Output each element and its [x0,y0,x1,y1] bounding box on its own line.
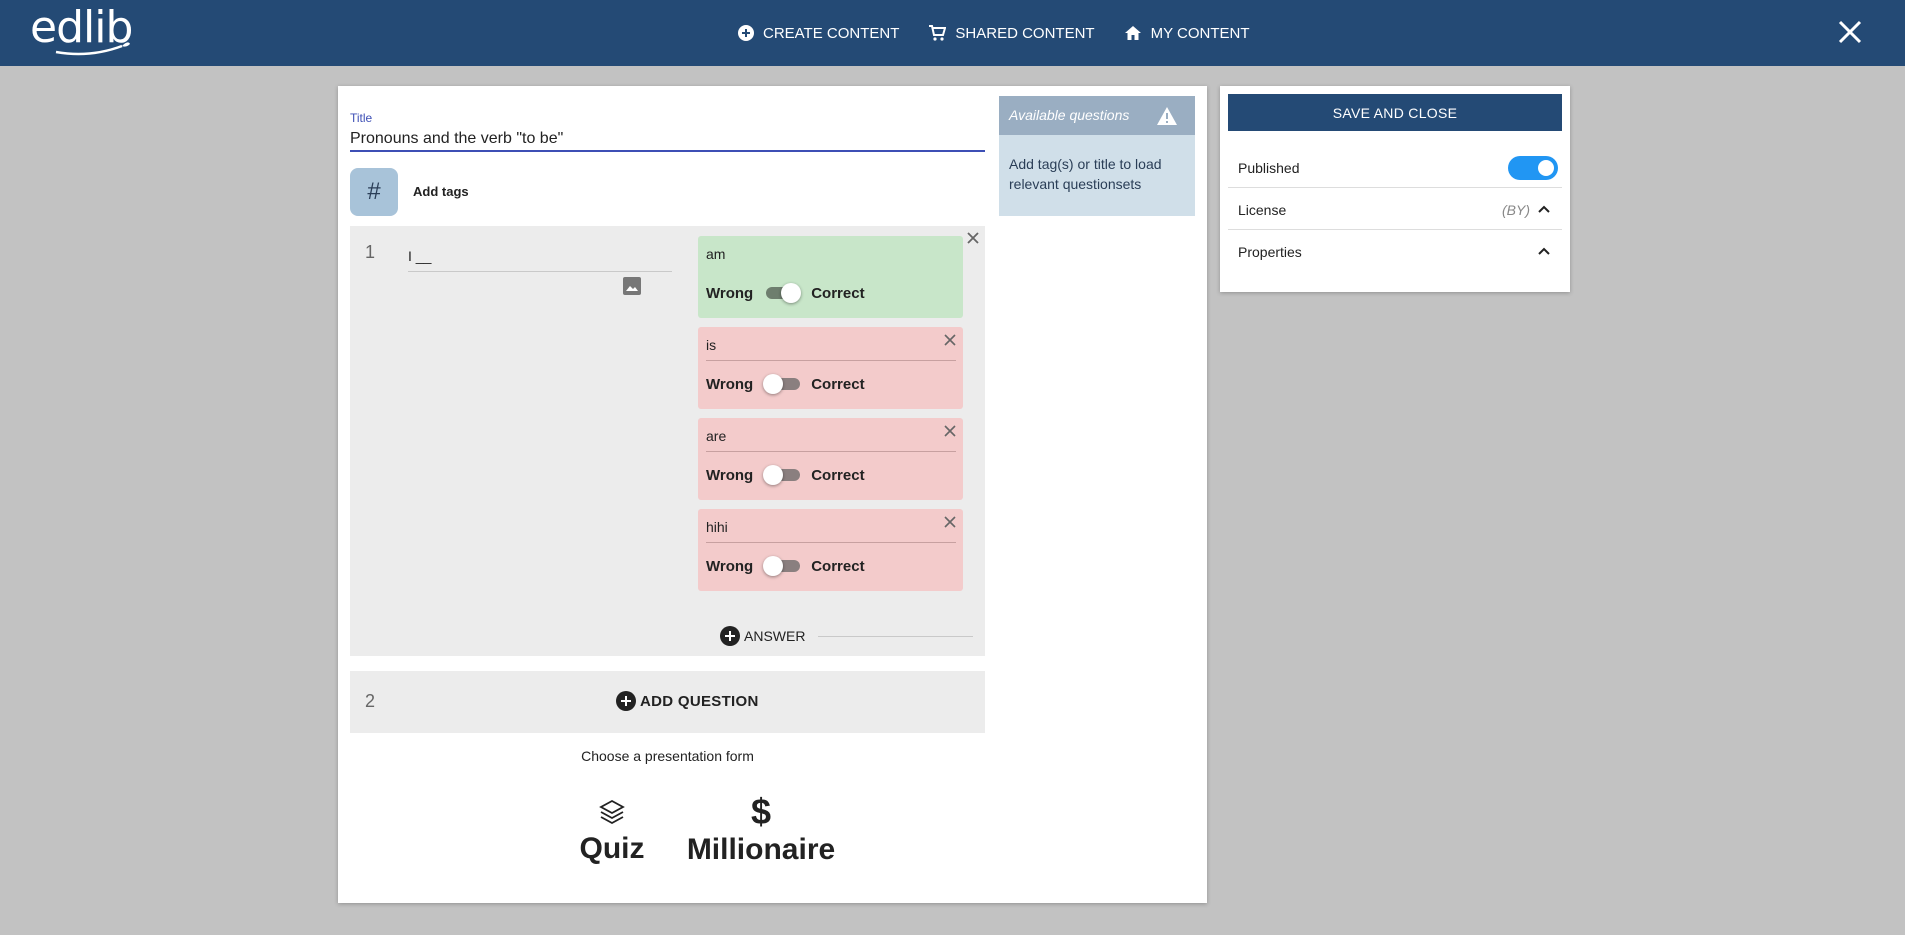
title-label: Title [350,111,373,125]
license-label: License [1238,202,1287,218]
add-question-card: 2 ADD QUESTION [350,671,985,733]
answer-option: hihi Wrong Correct [698,509,963,591]
license-value: (BY) [1502,202,1530,218]
add-question-label: ADD QUESTION [640,692,759,710]
delete-question-icon[interactable] [965,230,981,246]
nav-label: MY CONTENT [1150,24,1250,42]
close-icon[interactable] [1836,18,1864,46]
hash-icon: # [367,178,381,205]
correct-label: Correct [811,284,865,302]
image-icon[interactable] [622,276,642,296]
nav-label: SHARED CONTENT [955,24,1095,42]
correct-toggle-row: Wrong Correct [706,281,865,305]
wrong-label: Wrong [706,375,754,393]
quiz-form-option[interactable]: Quiz [558,798,666,866]
correct-toggle-row: Wrong Correct [706,554,865,578]
correct-toggle[interactable] [763,281,802,305]
correct-toggle-row: Wrong Correct [706,372,865,396]
question-card: 1 I __ am Wrong Correct is Wrong Correct… [350,226,985,656]
chevron-up-icon[interactable] [1538,246,1550,256]
question-number: 1 [365,242,376,262]
divider [818,636,973,637]
published-toggle[interactable] [1508,156,1558,180]
answer-text-input[interactable]: are [706,428,956,452]
correct-toggle[interactable] [763,372,801,396]
add-answer-button[interactable]: ANSWER [720,626,805,646]
add-tags-label[interactable]: Add tags [413,184,469,199]
add-answer-label: ANSWER [744,628,806,644]
license-row[interactable]: License (BY) [1228,188,1562,230]
delete-answer-icon[interactable] [943,333,957,347]
question-text-input[interactable]: I __ [408,246,672,272]
warning-icon [1157,107,1177,125]
wrong-label: Wrong [706,284,754,302]
correct-label: Correct [811,466,865,484]
correct-toggle[interactable] [763,554,801,578]
correct-toggle-row: Wrong Correct [706,463,865,487]
available-questions-title: Available questions [1009,107,1130,123]
plus-circle-icon [720,626,740,646]
correct-label: Correct [811,375,865,393]
answer-option: am Wrong Correct [698,236,963,318]
title-input[interactable] [350,128,985,152]
published-row: Published [1228,146,1562,188]
delete-answer-icon[interactable] [943,424,957,438]
cart-icon [929,25,947,41]
settings-panel: SAVE AND CLOSE Published License (BY) Pr… [1220,86,1570,292]
nav-my-content[interactable]: MY CONTENT [1124,25,1250,42]
add-tags-button[interactable]: # [350,168,398,216]
available-questions-header: Available questions [999,96,1195,135]
chevron-up-icon[interactable] [1538,204,1550,214]
add-question-button[interactable]: ADD QUESTION [616,691,759,711]
home-icon [1124,26,1141,40]
available-questions-hint: Add tag(s) or title to load relevant que… [1009,156,1162,192]
edlib-logo[interactable]: edlib [30,2,134,58]
published-label: Published [1238,160,1300,176]
answer-option: is Wrong Correct [698,327,963,409]
delete-answer-icon[interactable] [943,515,957,529]
answer-text-input[interactable]: hihi [706,519,956,543]
main-nav: CREATE CONTENT SHARED CONTENT MY CONTENT [738,0,1279,66]
correct-toggle[interactable] [763,463,801,487]
millionaire-form-option[interactable]: $ Millionaire [675,791,847,867]
properties-label: Properties [1238,244,1302,260]
question-number: 2 [365,691,376,711]
presentation-label: Choose a presentation form [581,748,754,764]
layers-icon [599,799,625,825]
wrong-label: Wrong [706,557,754,575]
editor-card: Title # Add tags 1 I __ am Wrong Correct… [338,86,1207,903]
correct-label: Correct [811,557,865,575]
available-questions-panel: Available questions Add tag(s) or title … [999,96,1195,216]
millionaire-label: Millionaire [686,833,836,866]
plus-circle-icon [738,25,754,41]
properties-row[interactable]: Properties [1228,230,1562,272]
top-bar: edlib CREATE CONTENT SHARED CONTENT MY C… [0,0,1905,66]
dollar-icon: $ [750,791,772,832]
answer-text-input[interactable]: is [706,337,956,361]
answer-text-input[interactable]: am [706,246,956,270]
nav-label: CREATE CONTENT [763,24,900,42]
save-and-close-button[interactable]: SAVE AND CLOSE [1228,94,1562,131]
nav-shared-content[interactable]: SHARED CONTENT [928,24,1095,42]
logo-swoosh-icon [55,42,130,56]
nav-create-content[interactable]: CREATE CONTENT [738,25,899,42]
plus-circle-icon [616,691,636,711]
wrong-label: Wrong [706,466,754,484]
quiz-label: Quiz [579,832,645,865]
answer-option: are Wrong Correct [698,418,963,500]
